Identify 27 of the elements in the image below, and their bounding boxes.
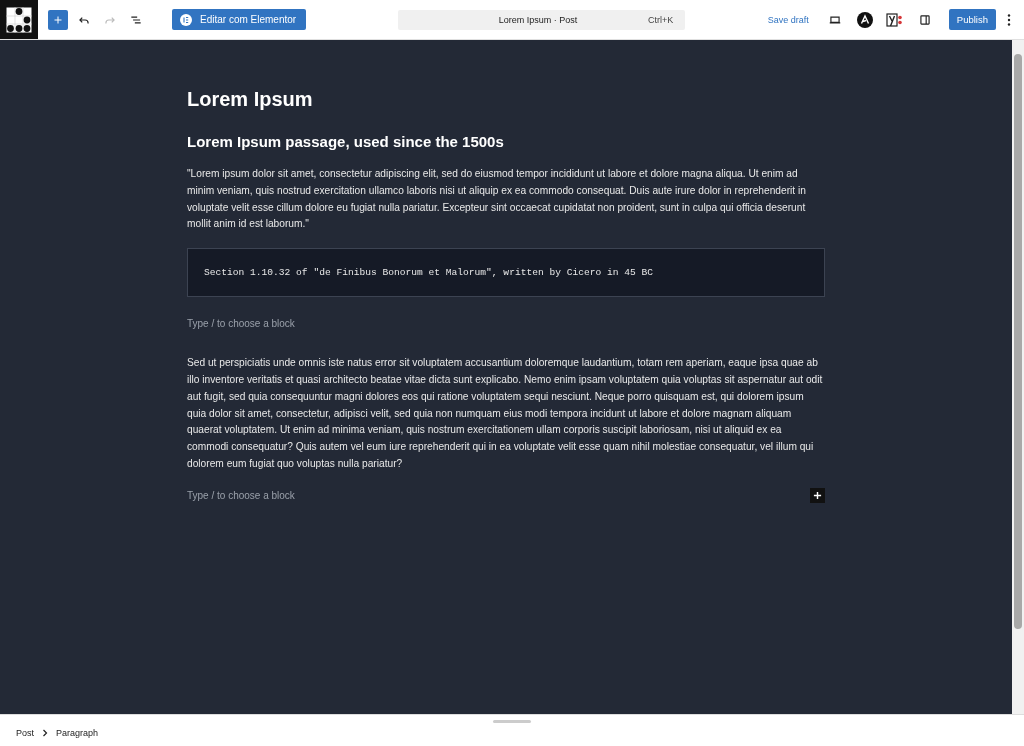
plugin-button[interactable] (854, 9, 875, 30)
sidebar-icon (917, 12, 932, 27)
code-block: Section 1.10.32 of "de Finibus Bonorum et Malorum", written by Cicero in 45 BC (187, 248, 825, 298)
logo-icon (856, 11, 873, 28)
plus-icon (813, 491, 822, 501)
breadcrumb-link[interactable]: Paragraph (56, 728, 99, 738)
elementor-icon (180, 13, 192, 26)
resize-handle[interactable] (493, 720, 531, 723)
document-title: Lorem Ipsum · Post (497, 14, 579, 25)
seo-icon (885, 12, 904, 27)
paragraph: "Lorem ipsum dolor sit amet, consectetur adipiscing elit, sed do eiusmod tempor incididunt ut labore et dolore magna aliqua. Ut enim ad minim veniam, quis nostrud exercitation ullamco laboris nisi ut aliquip ex ea commodo consequat. Duis aute irure dolor in reprehenderit in voluptate velit esse cillum dolore eu fugiat nulla pariatur. Excepteur sint occaecat cupidatat non proident, sunt in culpa qui officia deserunt mollit anim id est laborum." (187, 167, 807, 232)
post-title: Lorem Ipsum (187, 88, 314, 111)
site-logo[interactable] (0, 0, 38, 39)
scrollbar[interactable] (1012, 40, 1024, 714)
add-block-button[interactable] (810, 488, 825, 504)
command-bar[interactable]: Lorem Ipsum · Post Ctrl+K (398, 9, 686, 30)
chevron-icon (42, 729, 48, 737)
breadcrumb-link[interactable]: Post (16, 728, 34, 738)
shortcut-hint: Ctrl+K (647, 14, 674, 25)
paragraph: Sed ut perspiciatis unde omnis iste natus error sit voluptatem accusantium doloremque laudantium, totam rem aperiam, eaque ipsa quae ab illo inventore veritatis et quasi architecto beatae vitae dicta sunt explicabo. Nemo enim ipsam voluptatem quia voluptas sit aspernatur aut odit aut fugit, sed quia consequuntur magni dolores eos qui ratione voluptatem sequi nesciunt. Neque porro quisquam est, qui dolorem ipsum quia dolor sit amet, consectetur, adipisci velit, sed quia non numquam eius modi tempora incidunt ut labore et dolore magnam aliquam quaerat voluptatem. Ut enim ad minima veniam, quis nostrum exercitationem ullam corporis suscipit laboriosam, nisi ut aliquid ex ea commodi consequatur? Quis autem vel eum iure reprehenderit qui in ea voluptate velit esse quam nihil molestiae consequatur, vel illum qui dolorem eum fugiat quo voluptas nulla pariatur? (187, 356, 824, 471)
heading: Lorem Ipsum passage, used since the 1500s (187, 133, 505, 150)
block-placeholder[interactable]: Type / to choose a block (187, 317, 295, 329)
save-draft-link[interactable]: Save draft (767, 14, 809, 25)
elementor-button[interactable]: Editar com Elementor (172, 9, 307, 30)
more-icon (1007, 12, 1011, 27)
publish-button[interactable]: Publish (948, 9, 996, 30)
block-placeholder[interactable]: Type / to choose a block (187, 490, 295, 502)
